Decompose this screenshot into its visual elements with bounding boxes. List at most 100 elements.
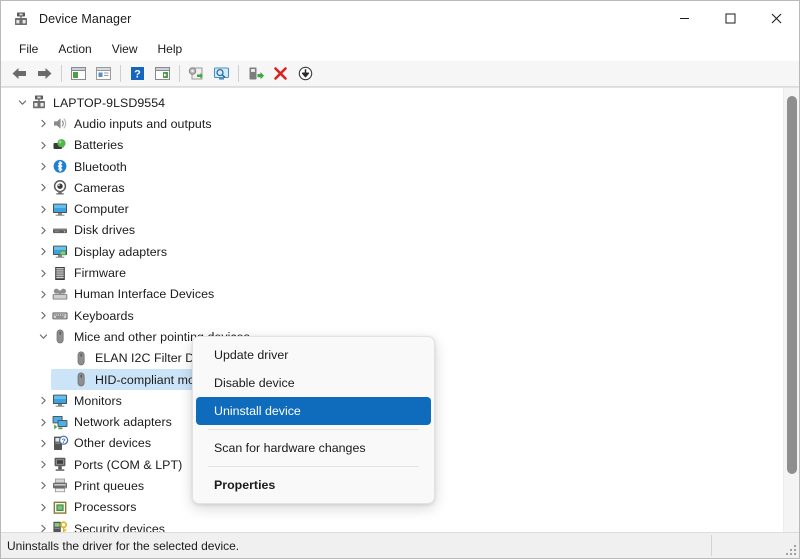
chevron-down-icon[interactable] [35, 329, 51, 345]
properties-window-button[interactable] [91, 63, 116, 85]
scan-hardware-changes-button[interactable] [209, 63, 234, 85]
speaker-icon [51, 115, 69, 132]
chevron-right-icon[interactable] [35, 222, 51, 238]
tree-node[interactable]: Disk drives [1, 220, 783, 241]
menu-help[interactable]: Help [149, 39, 192, 59]
tree-node[interactable]: Firmware [1, 262, 783, 283]
scrollbar-thumb[interactable] [787, 96, 797, 474]
tree-node-label: Security devices [74, 521, 166, 532]
svg-text:?: ? [62, 438, 66, 445]
chevron-right-icon[interactable] [35, 244, 51, 260]
tree-node-label: Monitors [74, 393, 122, 408]
uninstall-device-button[interactable] [268, 63, 293, 85]
bluetooth-icon [51, 158, 69, 175]
update-driver-button[interactable] [184, 63, 209, 85]
tree-node[interactable]: Computer [1, 198, 783, 219]
context-menu-item-uninstall-device[interactable]: Uninstall device [196, 397, 431, 425]
context-menu-separator [208, 466, 419, 467]
chevron-right-icon[interactable] [35, 159, 51, 175]
chevron-right-icon[interactable] [35, 137, 51, 153]
tree-node[interactable]: Bluetooth [1, 156, 783, 177]
help-button[interactable]: ? [125, 63, 150, 85]
minimize-button[interactable] [661, 1, 707, 37]
other-device-icon: ? [51, 435, 69, 452]
back-button[interactable] [7, 63, 32, 85]
chevron-right-icon[interactable] [35, 478, 51, 494]
context-menu-item-disable-device[interactable]: Disable device [196, 369, 431, 397]
camera-icon [51, 179, 69, 196]
tree-node-label: Computer [74, 202, 129, 217]
window-controls [661, 1, 799, 37]
computer-root-icon [30, 94, 48, 111]
console-tree-button[interactable] [66, 63, 91, 85]
menu-view[interactable]: View [103, 39, 147, 59]
enable-device-button[interactable] [243, 63, 268, 85]
hid-icon [51, 286, 69, 303]
action-pane-button[interactable] [150, 63, 175, 85]
chevron-right-icon[interactable] [35, 286, 51, 302]
menu-file[interactable]: File [10, 39, 47, 59]
mouse-icon [72, 371, 90, 388]
chevron-right-icon[interactable] [35, 265, 51, 281]
monitor-icon [51, 392, 69, 409]
content-area: LAPTOP-9LSD9554 Audio inputs and outputs B… [1, 87, 799, 532]
tree-node-label: Keyboards [74, 308, 134, 323]
device-manager-icon [13, 11, 29, 27]
forward-button[interactable] [32, 63, 57, 85]
status-message: Uninstalls the driver for the selected d… [7, 538, 240, 553]
disk-drive-icon [51, 222, 69, 239]
tree-node[interactable]: Audio inputs and outputs [1, 113, 783, 134]
chevron-right-icon[interactable] [35, 201, 51, 217]
chevron-right-icon[interactable] [35, 457, 51, 473]
menu-bar: File Action View Help [1, 37, 799, 61]
close-button[interactable] [753, 1, 799, 37]
tree-node-label: LAPTOP-9LSD9554 [53, 95, 166, 110]
tree-node-label: Audio inputs and outputs [74, 116, 212, 131]
chevron-right-icon[interactable] [35, 521, 51, 532]
chevron-right-icon[interactable] [35, 393, 51, 409]
chevron-right-icon[interactable] [35, 180, 51, 196]
tree-node[interactable]: Human Interface Devices [1, 284, 783, 305]
mouse-icon [51, 328, 69, 345]
toolbar-separator [179, 65, 180, 82]
chevron-down-icon[interactable] [14, 95, 30, 111]
context-menu: Update driver Disable device Uninstall d… [192, 336, 435, 504]
context-menu-item-update-driver[interactable]: Update driver [196, 341, 431, 369]
tree-node[interactable]: Batteries [1, 135, 783, 156]
chevron-right-icon[interactable] [35, 308, 51, 324]
context-menu-item-properties[interactable]: Properties [196, 471, 431, 499]
context-menu-item-scan-for-hardware-changes[interactable]: Scan for hardware changes [196, 434, 431, 462]
tree-node-label: Firmware [74, 266, 127, 281]
keyboard-icon [51, 307, 69, 324]
disable-device-button[interactable] [293, 63, 318, 85]
vertical-scrollbar[interactable] [783, 88, 799, 532]
tree-node-label: Network adapters [74, 415, 172, 430]
maximize-button[interactable] [707, 1, 753, 37]
tree-node[interactable]: Cameras [1, 177, 783, 198]
chevron-right-icon[interactable] [35, 116, 51, 132]
mouse-icon [72, 350, 90, 367]
tree-node[interactable]: LAPTOP-9LSD9554 [1, 92, 783, 113]
resize-grip[interactable] [785, 544, 796, 555]
tree-node-label: Display adapters [74, 244, 168, 259]
tree-node-label: Processors [74, 500, 137, 515]
menu-action[interactable]: Action [49, 39, 100, 59]
tree-node[interactable]: Display adapters [1, 241, 783, 262]
svg-text:?: ? [134, 69, 141, 81]
tree-node-label: Disk drives [74, 223, 136, 238]
monitor-icon [51, 201, 69, 218]
tree-node-label: Other devices [74, 436, 152, 451]
tree-node-label: Cameras [74, 180, 125, 195]
chevron-right-icon[interactable] [35, 499, 51, 515]
port-icon [51, 456, 69, 473]
chevron-right-icon[interactable] [35, 414, 51, 430]
chevron-right-icon[interactable] [35, 435, 51, 451]
tree-node[interactable]: Security devices [1, 518, 783, 532]
window-title: Device Manager [39, 11, 132, 26]
tree-node-label: Batteries [74, 138, 124, 153]
toolbar-separator [61, 65, 62, 82]
tree-node[interactable]: Keyboards [1, 305, 783, 326]
status-bar: Uninstalls the driver for the selected d… [1, 532, 799, 558]
title-bar: Device Manager [1, 1, 799, 37]
battery-icon [51, 137, 69, 154]
